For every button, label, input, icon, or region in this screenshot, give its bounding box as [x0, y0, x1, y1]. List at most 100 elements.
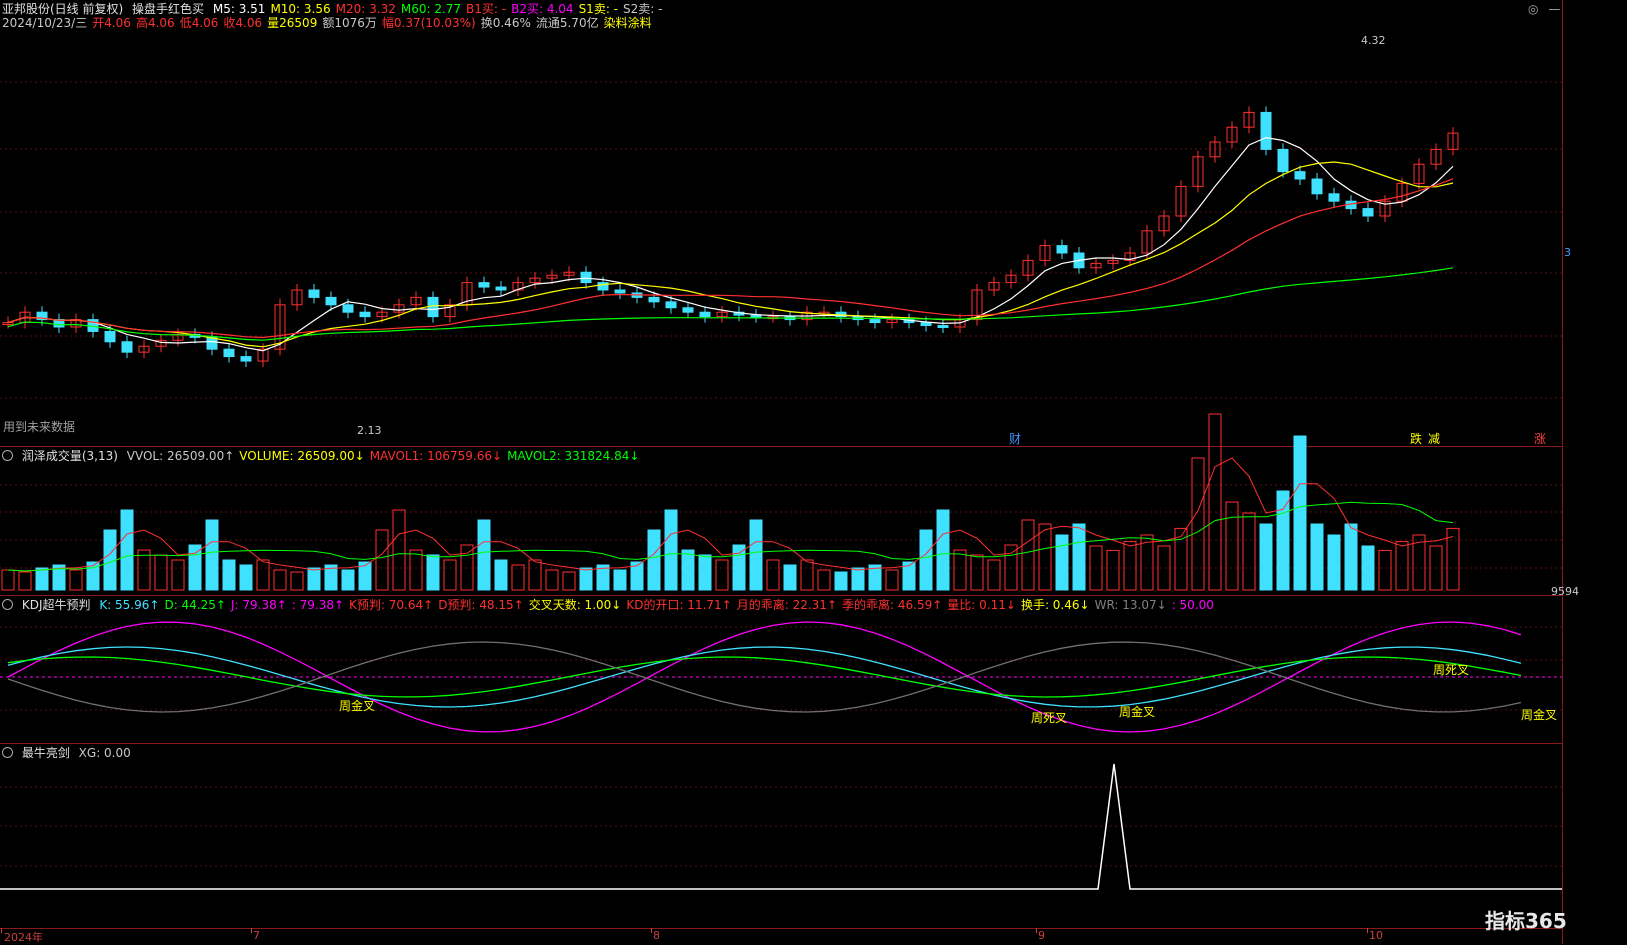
- volume-bar: [409, 549, 423, 591]
- candle-body: [359, 311, 371, 318]
- volume-bar: [1191, 457, 1205, 591]
- candle-body: [223, 348, 235, 358]
- volume-bar: [1, 569, 15, 591]
- volume-title[interactable]: 润泽成交量(3,13): [22, 449, 118, 463]
- ma5-line: [7, 136, 1454, 352]
- volume-field-1: VOLUME: 26509.00↓: [239, 449, 365, 463]
- kdj-field-0: K: 55.96↑: [99, 598, 160, 612]
- volume-bar: [120, 509, 134, 591]
- kdj-title[interactable]: KDJ超牛预判: [22, 598, 91, 612]
- event-tag-die[interactable]: 跌: [1409, 433, 1423, 446]
- volume-bar: [341, 569, 355, 591]
- candle-body: [1260, 111, 1272, 150]
- axis-label-jul: 7: [253, 929, 260, 942]
- candle-body: [104, 330, 116, 343]
- volume-bar: [1361, 545, 1375, 591]
- ma60-line: [7, 267, 1454, 341]
- axis-tick: [251, 928, 252, 933]
- volume-bar: [1293, 435, 1307, 591]
- volume-right-label: 9594: [1551, 585, 1579, 598]
- candle-body: [495, 286, 507, 291]
- volume-bar: [664, 509, 678, 591]
- volume-bar: [562, 571, 576, 591]
- axis-label-sep: 9: [1038, 929, 1045, 942]
- ma20-line: [7, 178, 1454, 339]
- axis-label-2024: 2024年: [4, 931, 43, 944]
- volume-bar: [1395, 541, 1409, 591]
- volume-bar: [1038, 523, 1052, 591]
- volume-bar: [1276, 490, 1290, 591]
- kdj-field-4: K预判: 70.64↑: [349, 598, 434, 612]
- volume-bar: [1327, 534, 1341, 591]
- event-tag-jian[interactable]: 减: [1427, 433, 1441, 446]
- volume-bar: [1225, 501, 1239, 591]
- volume-bar: [35, 567, 49, 591]
- collapse-icon[interactable]: [2, 747, 13, 758]
- volume-bar: [885, 569, 899, 591]
- brand-logo: 指标365: [1485, 905, 1567, 934]
- kdj-fields: K: 55.96↑ D: 44.25↑ J: 79.38↑: 79.38↑ K预判: …: [99, 598, 1219, 612]
- event-tag-cai[interactable]: 财: [1008, 433, 1022, 446]
- candle-body: [648, 296, 660, 303]
- candle-body: [240, 356, 252, 362]
- volume-bar: [732, 544, 746, 591]
- time-axis: [0, 928, 1563, 945]
- volume-bar: [1310, 523, 1324, 591]
- volume-field-3: MAVOL2: 331824.84↓: [507, 449, 640, 463]
- volume-bar: [1378, 549, 1392, 591]
- collapse-icon[interactable]: [2, 450, 13, 461]
- candle-body: [750, 314, 762, 318]
- volume-bar: [715, 559, 729, 591]
- volume-bar: [1055, 534, 1069, 591]
- kdj-field-3: : 79.38↑: [291, 598, 345, 612]
- volume-bar: [528, 559, 542, 591]
- volume-bar: [1344, 523, 1358, 591]
- candle-body: [427, 296, 439, 318]
- volume-bar: [800, 559, 814, 591]
- axis-tick: [651, 928, 652, 933]
- kdj-field-5: D预判: 48.15↑: [438, 598, 524, 612]
- kdj-field-8: 月的乖离: 22.31↑: [736, 598, 838, 612]
- volume-bar: [290, 571, 304, 591]
- axis-label-oct: 10: [1369, 929, 1383, 942]
- volume-bar: [783, 564, 797, 591]
- volume-bar: [698, 554, 712, 591]
- kdj-field-10: 量比: 0.11↓: [947, 598, 1016, 612]
- volume-bar: [1072, 523, 1086, 591]
- candle-body: [699, 311, 711, 318]
- volume-bar: [103, 529, 117, 591]
- kdj-field-2: J: 79.38↑: [230, 598, 287, 612]
- high-price-label: 4.32: [1361, 34, 1386, 47]
- kdj-tag-3: 周金叉: [1119, 705, 1156, 719]
- volume-bar: [919, 529, 933, 591]
- axis-label-aug: 8: [653, 929, 660, 942]
- volume-bar: [256, 559, 270, 591]
- candle-body: [1294, 171, 1306, 180]
- volume-bar: [613, 569, 627, 591]
- volume-bar: [1021, 519, 1035, 591]
- future-data-note: 用到未来数据: [3, 420, 76, 434]
- collapse-icon[interactable]: [2, 599, 13, 610]
- volume-bar: [426, 554, 440, 591]
- volume-bar: [749, 519, 763, 591]
- kdj-field-13: : 50.00: [1171, 598, 1214, 612]
- volume-bar: [69, 569, 83, 591]
- volume-bar: [392, 509, 406, 591]
- candle-body: [1362, 208, 1374, 217]
- xg-title[interactable]: 最牛亮剑: [22, 746, 70, 760]
- candle-body: [478, 282, 490, 288]
- xg-header: 最牛亮剑 XG: 0.00: [2, 746, 141, 760]
- candle-body: [665, 301, 677, 309]
- volume-bar: [1123, 541, 1137, 591]
- volume-bar: [205, 519, 219, 591]
- volume-bar: [18, 571, 32, 591]
- volume-bar: [647, 529, 661, 591]
- candle-body: [920, 322, 932, 327]
- event-tag-zhang[interactable]: 涨: [1533, 433, 1547, 446]
- candle-body: [937, 325, 949, 329]
- kdj-field-6: 交叉天数: 1.00↓: [528, 598, 622, 612]
- volume-bar: [443, 559, 457, 591]
- chart-canvas[interactable]: [0, 0, 1627, 944]
- candle-body: [1311, 178, 1323, 195]
- volume-bar: [188, 544, 202, 591]
